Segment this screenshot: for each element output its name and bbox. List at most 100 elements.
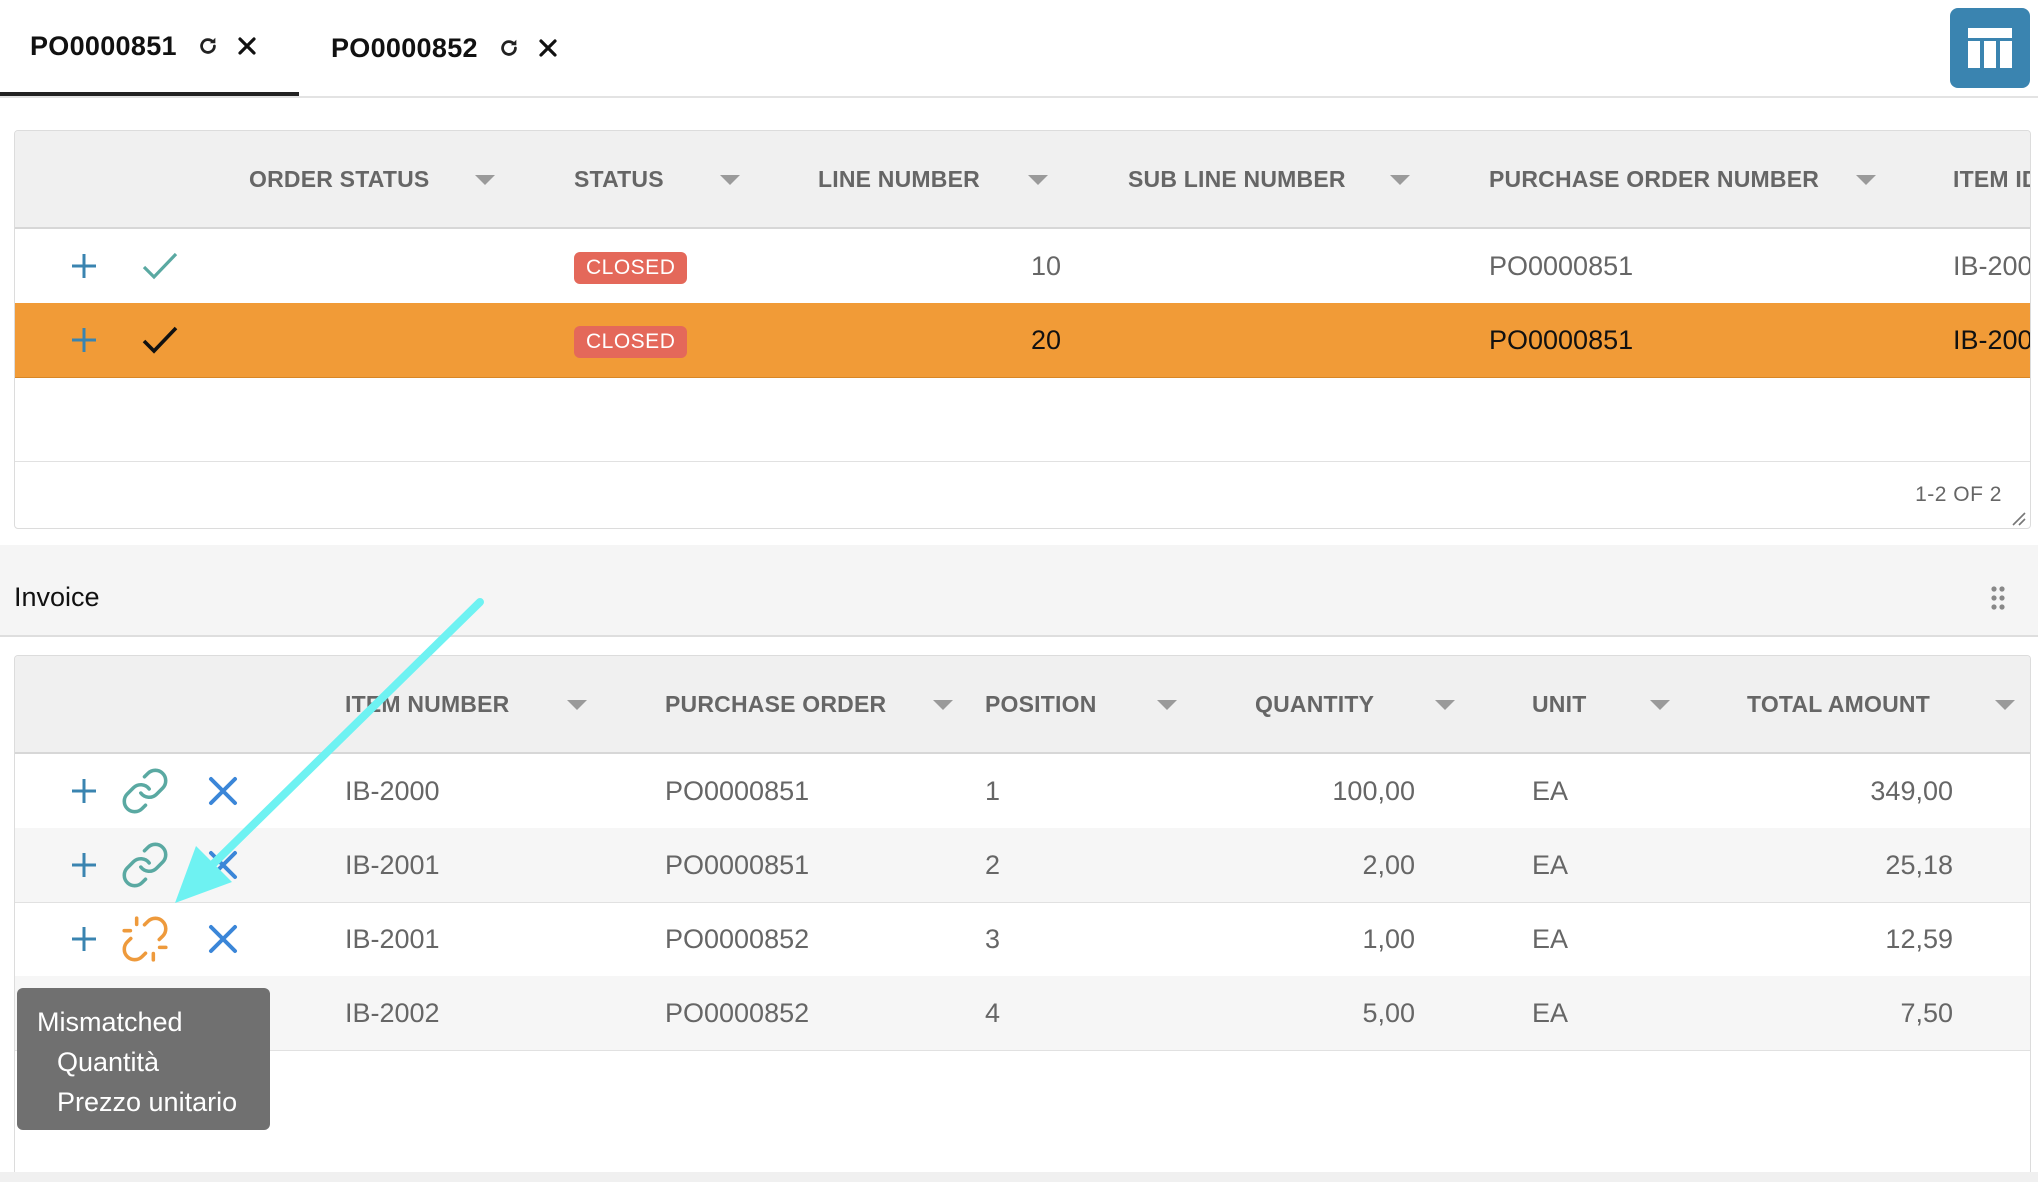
status-cell: CLOSED xyxy=(574,303,688,377)
item-id-cell: IB-2001 xyxy=(1953,325,2030,355)
purchase-order-cell: PO0000852 xyxy=(665,998,810,1028)
x-icon[interactable] xyxy=(207,754,239,828)
item-number-cell: IB-2000 xyxy=(345,776,440,806)
section-title: Invoice xyxy=(14,582,100,612)
column-header-sub-line-number[interactable]: SUB LINE NUMBER xyxy=(1128,131,1346,227)
plus-icon[interactable] xyxy=(70,754,98,828)
total-amount-cell: 349,00 xyxy=(1870,776,1953,806)
sort-caret-icon[interactable] xyxy=(1650,700,1670,710)
sort-caret-icon[interactable] xyxy=(1435,700,1455,710)
resize-grip-icon[interactable] xyxy=(2010,510,2026,526)
table-row[interactable]: IB-2001 PO0000851 2 2,00 EA 25,18 xyxy=(15,828,2030,903)
unit-cell: EA xyxy=(1532,776,1569,806)
tooltip-item: Quantità xyxy=(57,1047,160,1077)
item-number-cell: IB-2001 xyxy=(345,850,440,880)
x-icon[interactable] xyxy=(207,902,239,976)
sort-caret-icon[interactable] xyxy=(933,700,953,710)
check-icon xyxy=(142,229,178,303)
purchase-order-cell: PO0000851 xyxy=(665,850,810,880)
total-amount-cell: 7,50 xyxy=(1900,998,1953,1028)
position-cell: 2 xyxy=(985,850,1001,880)
quantity-cell: 2,00 xyxy=(1362,850,1415,880)
grid-footer-divider xyxy=(15,461,2030,462)
quantity-cell: 1,00 xyxy=(1362,924,1415,954)
sort-caret-icon[interactable] xyxy=(1028,175,1048,185)
broken-link-icon[interactable] xyxy=(120,902,170,976)
layout-button[interactable] xyxy=(1950,8,2030,88)
unit-cell: EA xyxy=(1532,998,1569,1028)
tab-po0000852[interactable]: PO0000852 xyxy=(299,0,599,96)
table-row[interactable]: IB-2000 PO0000851 1 100,00 EA 349,00 xyxy=(15,754,2030,829)
column-header-purchase-order[interactable]: PURCHASE ORDER xyxy=(665,656,886,752)
close-icon[interactable] xyxy=(237,36,257,56)
status-cell: CLOSED xyxy=(574,229,688,303)
table-row[interactable]: CLOSED 10 PO0000851 IB-2000 xyxy=(15,229,2030,304)
sort-caret-icon[interactable] xyxy=(1995,700,2015,710)
status-badge: CLOSED xyxy=(574,325,688,358)
link-icon[interactable] xyxy=(120,828,170,902)
sort-caret-icon[interactable] xyxy=(475,175,495,185)
column-header-item-number[interactable]: ITEM NUMBER xyxy=(345,656,509,752)
tooltip-item: Prezzo unitario xyxy=(57,1087,238,1117)
plus-icon[interactable] xyxy=(70,303,98,377)
line-number-cell: 20 xyxy=(1031,325,1062,355)
tab-label: PO0000852 xyxy=(331,32,478,63)
status-badge: CLOSED xyxy=(574,251,688,284)
refresh-icon[interactable] xyxy=(197,35,219,57)
drag-handle-icon[interactable] xyxy=(1990,585,2006,611)
table-row[interactable]: IB-2001 PO0000852 3 1,00 EA 12,59 xyxy=(15,902,2030,977)
table-row-selected[interactable]: CLOSED 20 PO0000851 IB-2001 xyxy=(15,303,2030,378)
bottom-scroll-strip xyxy=(0,1172,2038,1182)
column-header-status[interactable]: STATUS xyxy=(574,131,664,227)
quantity-cell: 100,00 xyxy=(1332,776,1415,806)
tooltip-title: Mismatched xyxy=(37,1007,183,1037)
unit-cell: EA xyxy=(1532,924,1569,954)
unit-cell: EA xyxy=(1532,850,1569,880)
x-icon[interactable] xyxy=(207,828,239,902)
invoice-section-header: Invoice xyxy=(0,545,2038,637)
check-icon xyxy=(142,303,178,377)
column-header-position[interactable]: POSITION xyxy=(985,656,1097,752)
order-lines-grid: ORDER STATUS STATUS LINE NUMBER SUB LINE… xyxy=(14,130,2031,529)
plus-icon[interactable] xyxy=(70,229,98,303)
quantity-cell: 5,00 xyxy=(1362,998,1415,1028)
item-id-cell: IB-2000 xyxy=(1953,251,2030,281)
sort-caret-icon[interactable] xyxy=(1157,700,1177,710)
grid-header: ITEM NUMBER PURCHASE ORDER POSITION QUAN… xyxy=(15,656,2030,754)
po-number-cell: PO0000851 xyxy=(1489,325,1634,355)
po-number-cell: PO0000851 xyxy=(1489,251,1634,281)
column-header-quantity[interactable]: QUANTITY xyxy=(1255,656,1374,752)
grid-header: ORDER STATUS STATUS LINE NUMBER SUB LINE… xyxy=(15,131,2030,229)
position-cell: 3 xyxy=(985,924,1001,954)
columns-layout-icon xyxy=(1966,26,2014,70)
total-amount-cell: 25,18 xyxy=(1885,850,1953,880)
mismatch-tooltip: Mismatched Quantità Prezzo unitario xyxy=(17,988,270,1130)
sort-caret-icon[interactable] xyxy=(567,700,587,710)
purchase-order-cell: PO0000851 xyxy=(665,776,810,806)
plus-icon[interactable] xyxy=(70,902,98,976)
table-row[interactable]: IB-2002 PO0000852 4 5,00 EA 7,50 xyxy=(15,976,2030,1051)
sort-caret-icon[interactable] xyxy=(1390,175,1410,185)
sort-caret-icon[interactable] xyxy=(1856,175,1876,185)
column-header-order-status[interactable]: ORDER STATUS xyxy=(249,131,429,227)
purchase-order-cell: PO0000852 xyxy=(665,924,810,954)
link-icon[interactable] xyxy=(120,754,170,828)
plus-icon[interactable] xyxy=(70,828,98,902)
tab-label: PO0000851 xyxy=(30,30,177,61)
refresh-icon[interactable] xyxy=(498,37,520,59)
item-number-cell: IB-2002 xyxy=(345,998,440,1028)
column-header-line-number[interactable]: LINE NUMBER xyxy=(818,131,980,227)
invoice-grid: ITEM NUMBER PURCHASE ORDER POSITION QUAN… xyxy=(14,655,2031,1176)
position-cell: 1 xyxy=(985,776,1001,806)
sort-caret-icon[interactable] xyxy=(720,175,740,185)
position-cell: 4 xyxy=(985,998,1001,1028)
tab-po0000851[interactable]: PO0000851 xyxy=(0,0,299,96)
column-header-purchase-order-number[interactable]: PURCHASE ORDER NUMBER xyxy=(1489,131,1819,227)
close-icon[interactable] xyxy=(538,38,558,58)
column-header-unit[interactable]: UNIT xyxy=(1532,656,1586,752)
column-header-item-id[interactable]: ITEM ID xyxy=(1953,131,2030,227)
column-header-total-amount[interactable]: TOTAL AMOUNT xyxy=(1747,656,1930,752)
pagination-label: 1-2 OF 2 xyxy=(1915,483,2002,506)
item-number-cell: IB-2001 xyxy=(345,924,440,954)
total-amount-cell: 12,59 xyxy=(1885,924,1953,954)
